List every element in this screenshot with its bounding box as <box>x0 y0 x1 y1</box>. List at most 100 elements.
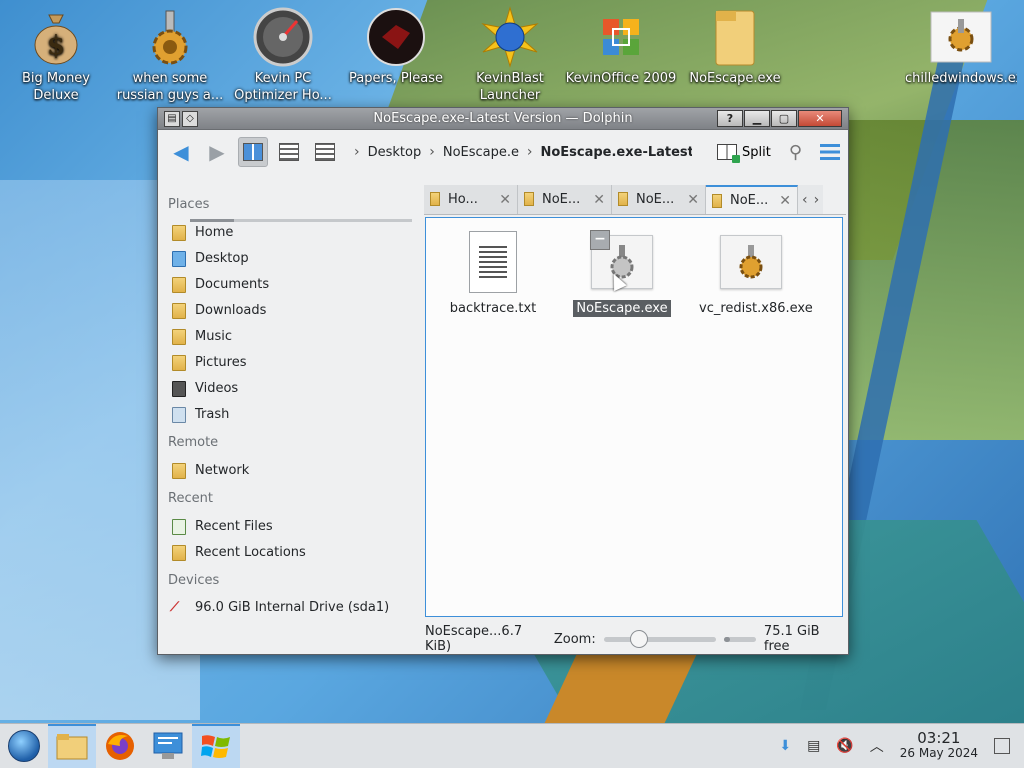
section-devices: Devices <box>168 573 220 588</box>
places-item-music[interactable]: Music <box>164 323 420 349</box>
file-item[interactable]: vc_redist.x86.exe <box>696 230 813 317</box>
desktop-icon-kevinblast[interactable]: KevinBlast Launcher <box>454 0 566 104</box>
clock[interactable]: 03:21 26 May 2024 <box>900 731 978 761</box>
file-view[interactable]: backtrace.txt − NoEscape.exe vc_redist.x… <box>425 217 843 617</box>
places-item-trash[interactable]: Trash <box>164 401 420 427</box>
places-item-recent-files[interactable]: Recent Files <box>164 513 420 539</box>
tab-noescape-2[interactable]: NoE... ✕ <box>612 185 706 214</box>
chevron-right-icon[interactable]: › <box>814 192 820 208</box>
selection-toggle-icon[interactable]: − <box>590 230 610 250</box>
close-tab-icon[interactable]: ✕ <box>779 193 791 209</box>
papers-please-icon <box>365 6 427 68</box>
task-firefox[interactable] <box>96 724 144 768</box>
desktop-icon-papers-please[interactable]: Papers, Please <box>340 0 452 104</box>
desktop-icon-chilledwindows[interactable]: chilledwindows.exe <box>905 0 1017 104</box>
chevron-up-icon[interactable]: ︿ <box>870 736 884 756</box>
tab-home[interactable]: Ho... ✕ <box>424 185 518 214</box>
office-logo-icon <box>590 6 652 68</box>
breadcrumb-item[interactable]: NoEscape.exe <box>443 145 519 160</box>
split-view-icon <box>716 144 740 163</box>
file-item[interactable]: backtrace.txt <box>438 230 548 317</box>
help-button[interactable]: ? <box>717 110 743 127</box>
icons-view-button[interactable] <box>238 137 268 167</box>
places-item-drive[interactable]: ⟋ 96.0 GiB Internal Drive (sda1) <box>164 595 420 619</box>
task-file-manager[interactable] <box>48 723 96 768</box>
places-item-home[interactable]: Home <box>164 219 420 245</box>
back-button[interactable]: ◀ <box>166 137 196 167</box>
places-item-videos[interactable]: Videos <box>164 375 420 401</box>
places-item-downloads[interactable]: Downloads <box>164 297 420 323</box>
icons-view-icon <box>243 143 263 161</box>
selection-info: NoEscape...6.7 KiB) <box>425 624 523 654</box>
compact-view-icon <box>279 143 299 161</box>
free-space-label: 75.1 GiB free <box>763 624 820 654</box>
chevron-left-icon[interactable]: ‹ <box>802 192 808 208</box>
section-recent: Recent <box>168 491 213 506</box>
volume-muted-icon[interactable]: 🔇 <box>836 738 853 754</box>
network-icon <box>170 461 188 479</box>
desktop-icon-label: Kevin PC Optimizer Ho... <box>234 71 332 103</box>
zoom-slider[interactable] <box>603 629 716 648</box>
forward-button[interactable]: ▶ <box>202 137 232 167</box>
breadcrumb-item[interactable]: Desktop <box>368 145 422 160</box>
gear-exe-icon <box>719 230 783 294</box>
minimize-button[interactable]: ▁ <box>744 110 770 127</box>
globe-burst-icon <box>479 6 541 68</box>
desktop-icon-big-money[interactable]: $ Big Money Deluxe <box>0 0 112 104</box>
task-windows[interactable] <box>192 723 240 768</box>
pin-icon[interactable]: ◇ <box>182 110 198 127</box>
toolbar: ◀ ▶ › Desktop › NoEscape.exe › NoEscape.… <box>158 130 848 174</box>
drive-usage-bar <box>190 219 412 222</box>
recent-locations-icon <box>170 543 188 561</box>
folder-icon <box>704 6 766 68</box>
details-view-button[interactable] <box>310 137 340 167</box>
window-body: Places Home Desktop Documents Downloads … <box>158 175 848 654</box>
home-icon <box>170 223 188 241</box>
file-item[interactable]: − NoEscape.exe <box>567 230 677 317</box>
system-settings-icon <box>153 732 183 759</box>
desktop-icon-label: chilledwindows.exe <box>905 71 1017 86</box>
places-item-documents[interactable]: Documents <box>164 271 420 297</box>
folder-icon <box>524 192 534 206</box>
close-button[interactable]: ✕ <box>798 110 842 127</box>
show-desktop-icon[interactable] <box>994 738 1010 754</box>
close-tab-icon[interactable]: ✕ <box>593 192 605 208</box>
status-bar: NoEscape...6.7 KiB) Zoom: 75.1 GiB free <box>425 624 845 654</box>
tab-noescape-active[interactable]: NoE... ✕ <box>706 185 798 214</box>
maximize-button[interactable]: ▢ <box>771 110 797 127</box>
clipboard-icon[interactable]: ▤ <box>807 738 820 754</box>
desktop-icon-kevin-pc-optimizer[interactable]: Kevin PC Optimizer Ho... <box>227 0 339 104</box>
desktop-icon-noescape-folder[interactable]: NoEscape.exe <box>679 0 791 104</box>
section-remote: Remote <box>168 435 219 450</box>
search-icon[interactable]: ⚲ <box>789 142 802 163</box>
updates-icon[interactable]: ⬇ <box>779 738 791 754</box>
chevron-right-icon: › <box>526 144 533 160</box>
start-orb-icon <box>8 730 40 762</box>
desktop-icon-russian-guys[interactable]: when some russian guys a... <box>114 0 226 104</box>
tab-noescape-1[interactable]: NoE... ✕ <box>518 185 612 214</box>
compact-view-button[interactable] <box>274 137 304 167</box>
breadcrumb-current[interactable]: NoEscape.exe-Latest Version <box>540 145 692 160</box>
app-menu-icon[interactable]: ▤ <box>164 110 180 127</box>
tab-scroll: ‹ › <box>798 185 824 214</box>
split-button[interactable]: Split <box>716 144 771 163</box>
places-item-recent-locations[interactable]: Recent Locations <box>164 539 420 565</box>
window-titlebar[interactable]: ▤ ◇ NoEscape.exe-Latest Version — Dolphi… <box>158 108 848 130</box>
start-button[interactable] <box>0 724 48 768</box>
zoom-slider-handle[interactable] <box>629 629 648 648</box>
desktop-icon-label: NoEscape.exe <box>689 71 781 86</box>
places-item-pictures[interactable]: Pictures <box>164 349 420 375</box>
forward-arrow-icon: ▶ <box>209 140 225 164</box>
desktop-icon-kevinoffice[interactable]: KevinOffice 2009 <box>565 0 677 104</box>
places-item-network[interactable]: Network <box>164 457 420 483</box>
places-item-desktop[interactable]: Desktop <box>164 245 420 271</box>
desktop-icon-label: when some russian guys a... <box>116 71 224 103</box>
speedometer-icon <box>252 6 314 68</box>
dolphin-window: ▤ ◇ NoEscape.exe-Latest Version — Dolphi… <box>157 107 849 655</box>
details-view-icon <box>315 143 335 161</box>
hamburger-menu-icon[interactable] <box>820 144 840 160</box>
breadcrumb: › Desktop › NoEscape.exe › NoEscape.exe-… <box>354 144 692 160</box>
task-system-settings[interactable] <box>144 724 192 768</box>
close-tab-icon[interactable]: ✕ <box>687 192 699 208</box>
close-tab-icon[interactable]: ✕ <box>499 192 511 208</box>
